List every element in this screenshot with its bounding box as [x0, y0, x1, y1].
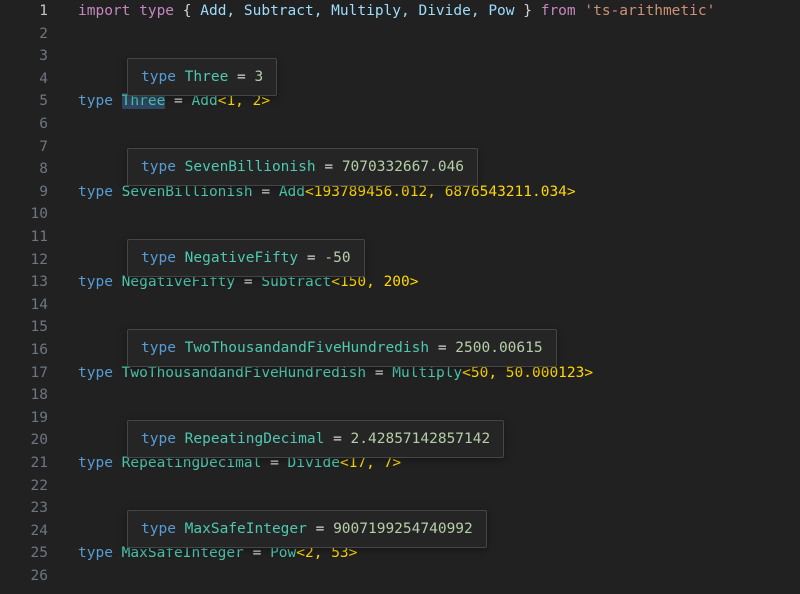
brace-close: } [514, 3, 541, 19]
tooltip-equals: = [228, 69, 255, 85]
equals-sign: = [252, 183, 279, 200]
utility-type-subtract[interactable]: Subtract [261, 274, 331, 290]
line-number: 17 [30, 364, 48, 381]
brace-open: { [174, 3, 201, 19]
line-number: 6 [39, 116, 48, 132]
line-number: 9 [39, 183, 48, 200]
type-keyword: type [78, 183, 122, 200]
line-number: 3 [39, 48, 48, 65]
tooltip-type-name: TwoThousandandFiveHundredish [184, 340, 430, 356]
line-number: 5 [39, 93, 48, 110]
code-line-1[interactable]: import type { Add, Subtract, Multiply, D… [78, 0, 715, 23]
line-number: 10 [30, 206, 48, 223]
tooltip-type-keyword: type [141, 159, 185, 175]
hover-tooltip-repeatingdecimal: type RepeatingDecimal = 2.42857142857142 [127, 419, 505, 458]
tooltip-equals: = [324, 430, 351, 447]
tooltip-equals: = [429, 340, 456, 356]
code-editor[interactable]: 1 2 3 4 5 6 7 8 9 10 11 12 13 14 15 16 1… [0, 0, 800, 594]
editor-gutter: 1 2 3 4 5 6 7 8 9 10 11 12 13 14 15 16 1… [0, 0, 66, 594]
tooltip-type-name: RepeatingDecimal [184, 430, 325, 447]
line-number: 7 [39, 138, 48, 155]
line-number: 2 [39, 25, 48, 42]
line-number: 20 [30, 432, 48, 449]
line-number: 22 [30, 477, 48, 494]
tooltip-equals: = [298, 249, 325, 266]
tooltip-resolved-value: 2500.00615 [455, 340, 543, 356]
utility-type-add[interactable]: Add [279, 184, 305, 200]
type-alias-name-sevenbillionish[interactable]: SevenBillionish [122, 184, 253, 200]
line-number: 12 [30, 251, 48, 268]
line-number: 15 [30, 319, 48, 336]
line-number: 26 [30, 568, 48, 584]
line-number: 23 [30, 500, 48, 517]
line-number: 21 [30, 455, 48, 471]
tooltip-resolved-value: 2.42857142857142 [350, 430, 491, 447]
hover-tooltip-maxsafeinteger: type MaxSafeInteger = 9007199254740992 [127, 510, 487, 548]
tooltip-type-keyword: type [141, 340, 185, 356]
line-number: 13 [30, 274, 48, 291]
hover-tooltip-twothousandandfivehundredish: type TwoThousandandFiveHundredish = 2500… [127, 329, 557, 367]
import-keyword: import type [78, 3, 175, 19]
type-keyword: type [78, 93, 122, 110]
line-number: 14 [30, 296, 48, 313]
tooltip-type-keyword: type [141, 430, 185, 447]
tooltip-equals: = [306, 521, 334, 537]
hover-tooltip-negativefifty: type NegativeFifty = -50 [127, 238, 365, 277]
line-number: 4 [39, 70, 48, 87]
hover-tooltip-three: type Three = 3 [127, 58, 278, 96]
line-number: 18 [30, 387, 48, 404]
line-number: 25 [30, 545, 48, 562]
type-arguments: <150, 200> [331, 274, 419, 291]
tooltip-type-keyword: type [141, 249, 185, 266]
hover-tooltip-sevenbillionish: type SevenBillionish = 7070332667.046 [127, 148, 479, 186]
tooltip-equals: = [315, 159, 342, 175]
tooltip-type-keyword: type [141, 521, 185, 537]
tooltip-type-name: MaxSafeInteger [184, 521, 307, 537]
line-number: 19 [30, 409, 48, 426]
line-number: 11 [30, 229, 48, 245]
tooltip-resolved-value: 9007199254740992 [333, 521, 473, 537]
type-keyword: type [78, 545, 122, 562]
from-keyword: from [540, 3, 576, 19]
type-arguments: <193789456.012, 6876543211.034> [305, 183, 576, 200]
tooltip-resolved-value: -50 [324, 249, 351, 266]
tooltip-type-name: Three [184, 69, 229, 85]
line-number: 16 [30, 342, 48, 358]
type-alias-name-negativefifty[interactable]: NegativeFifty [122, 274, 236, 290]
type-keyword: type [78, 364, 122, 381]
line-number: 1 [39, 3, 48, 19]
imported-type-names: Add, Subtract, Multiply, Divide, Pow [200, 3, 515, 19]
tooltip-resolved-value: 7070332667.046 [341, 159, 465, 175]
equals-sign: = [235, 274, 262, 291]
module-specifier: 'ts-arithmetic' [575, 3, 716, 19]
line-number: 24 [30, 522, 48, 539]
tooltip-type-name: SevenBillionish [184, 159, 316, 175]
type-keyword: type [78, 274, 122, 291]
tooltip-type-name: NegativeFifty [184, 249, 299, 266]
type-keyword: type [78, 455, 122, 471]
line-number: 8 [39, 161, 48, 178]
tooltip-type-keyword: type [141, 69, 185, 85]
tooltip-resolved-value: 3 [254, 69, 264, 85]
